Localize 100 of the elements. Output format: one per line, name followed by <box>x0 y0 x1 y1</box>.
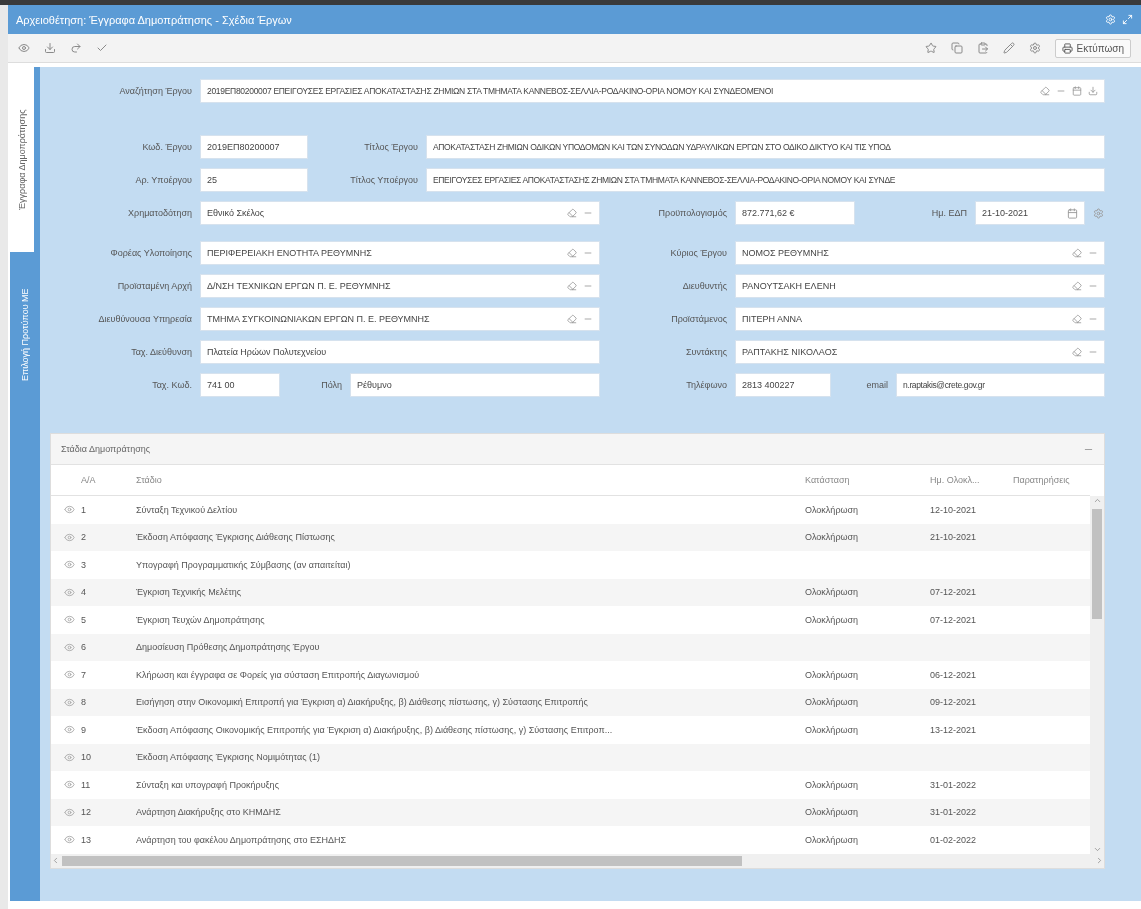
eye-icon[interactable] <box>64 806 75 818</box>
field-label: Ταχ. Διεύθυνση <box>130 347 193 357</box>
table-cell: 9 <box>81 724 86 735</box>
eye-icon[interactable] <box>64 779 75 791</box>
expand-icon[interactable] <box>1122 14 1133 25</box>
input-field[interactable]: ΠΙΤΕΡΗ ΑΝΝΑ <box>735 307 1105 331</box>
field-label: Διευθύνουσα Υπηρεσία <box>97 314 193 324</box>
eye-icon[interactable] <box>64 531 75 543</box>
eye-icon[interactable] <box>64 586 75 598</box>
paste-icon[interactable] <box>976 42 989 54</box>
settings-icon[interactable] <box>1093 207 1104 219</box>
download-icon[interactable] <box>44 42 56 54</box>
input-field[interactable]: 2813 400227 <box>735 373 831 397</box>
input-field[interactable]: ΡΑΝΟΥΤΣΑΚΗ ΕΛΕΝΗ <box>735 274 1105 298</box>
input-field[interactable]: 25 <box>200 168 308 192</box>
input-field[interactable]: Δ/ΝΣΗ ΤΕΧΝΙΚΩΝ ΕΡΓΩΝ Π. Ε. ΡΕΘΥΜΝΗΣ <box>200 274 600 298</box>
field-label: Διευθυντής <box>681 281 728 291</box>
column-header[interactable]: Κατάσταση <box>805 465 930 495</box>
input-field[interactable]: Πλατεία Ηρώων Πολυτεχνείου <box>200 340 600 364</box>
input-field[interactable]: 2019ΕΠ80200007 <box>200 135 308 159</box>
column-header[interactable]: Ημ. Ολοκλ... <box>930 465 1013 495</box>
eye-icon[interactable] <box>64 559 75 571</box>
table-row[interactable]: 8 Εισήγηση στην Οικονομική Επιτροπή για Έγκριση α) Διακήρυξης, β) Διάθεσης πίστωσης, γ) Σύστασης Επιτροπής Ολοκλήρωση 09-12-2021 <box>51 688 1090 716</box>
table-cell: Έγκριση Τεχνικής Μελέτης <box>136 587 242 598</box>
table-cell: Σύνταξη και υπογραφή Προκήρυξης <box>136 779 279 790</box>
field-label: Προϋπολογισμός <box>657 208 728 218</box>
check-icon[interactable] <box>96 42 108 54</box>
eraser-icon[interactable] <box>567 208 577 218</box>
copy-icon[interactable] <box>950 42 963 54</box>
table-cell: 31-01-2022 <box>930 779 977 790</box>
window-title: Αρχειοθέτηση: Έγγραφα Δημοπράτησης - Σχέδια Έργων <box>16 13 292 26</box>
table-row[interactable]: 12 Ανάρτηση Διακήρυξης στο ΚΗΜΔΗΣ Ολοκλήρωση 31-01-2022 <box>51 798 1090 826</box>
table-row[interactable]: 4 Έγκριση Τεχνικής Μελέτης Ολοκλήρωση 07-12-2021 <box>51 578 1090 606</box>
input-field[interactable]: n.raptakis@crete.gov.gr <box>896 373 1105 397</box>
input-field[interactable]: Εθνικό Σκέλος <box>200 201 600 225</box>
eye-icon[interactable] <box>64 696 75 708</box>
table-cell: Ολοκλήρωση <box>805 834 859 845</box>
printer-icon <box>1061 42 1073 54</box>
calendar-icon[interactable] <box>1067 207 1078 219</box>
eye-icon[interactable] <box>64 834 75 846</box>
scroll-left-icon[interactable] <box>51 856 60 865</box>
scroll-right-icon[interactable] <box>1095 856 1104 865</box>
eraser-icon[interactable] <box>567 314 577 324</box>
column-header[interactable]: Παρατηρήσεις <box>1013 465 1090 495</box>
eye-icon[interactable] <box>64 504 75 516</box>
scroll-up-icon[interactable] <box>1092 496 1102 505</box>
table-cell: 31-01-2022 <box>930 807 977 818</box>
redo-icon[interactable] <box>70 42 82 54</box>
input-field[interactable]: ΠΕΡΙΦΕΡΕΙΑΚΗ ΕΝΟΤΗΤΑ ΡΕΘΥΜΝΗΣ <box>200 241 600 265</box>
table-cell: 13 <box>81 834 91 845</box>
input-field[interactable]: 872.771,62 € <box>735 201 855 225</box>
field-label: Χρηματοδότηση <box>127 208 193 218</box>
eraser-icon[interactable] <box>1072 314 1082 324</box>
search-field[interactable]: 2019ΕΠ80200007 ΕΠΕΙΓΟΥΣΕΣ ΕΡΓΑΣΙΕΣ ΑΠΟΚΑΤΑΣΤΑΣΗΣ ΖΗΜΙΩΝ ΣΤΑ ΤΜΗΜΑΤΑ ΚΑΝΝΕΒΟΣ-ΣΕΛΛΙΑ-ΡΟΔΑΚΙΝΟ-ΟΡΙΑ ΝΟΜΟΥ ΚΑΙ ΣΥΝΔΕΟΜΕΝΟΙ <box>200 79 1105 103</box>
eraser-icon[interactable] <box>1072 281 1082 291</box>
table-cell: 8 <box>81 697 86 708</box>
table-cell: 06-12-2021 <box>930 669 977 680</box>
input-field[interactable]: ΤΜΗΜΑ ΣΥΓΚΟΙΝΩΝΙΑΚΩΝ ΕΡΓΩΝ Π. Ε. ΡΕΘΥΜΝΗΣ <box>200 307 600 331</box>
eye-icon[interactable] <box>64 614 75 626</box>
print-button[interactable]: Εκτύπωση <box>1054 38 1131 58</box>
eye-icon[interactable] <box>64 751 75 763</box>
eye-icon[interactable] <box>64 669 75 681</box>
table-cell: Δημοσίευση Πρόθεσης Δημοπράτησης Έργου <box>136 642 320 653</box>
eraser-icon[interactable] <box>1040 86 1050 96</box>
table-row[interactable]: 2 Έκδοση Απόφασης Έγκρισης Διάθεσης Πίστωσης Ολοκλήρωση 21-10-2021 <box>51 523 1090 551</box>
pencil-icon[interactable] <box>1002 42 1015 54</box>
input-field[interactable]: 741 00 <box>200 373 280 397</box>
eye-icon[interactable] <box>64 724 75 736</box>
table-cell: Κλήρωση και έγγραφα σε Φορείς για σύσταση Επιτροπής Διαγωνισμού <box>136 669 420 680</box>
input-field[interactable]: 21-10-2021 <box>975 201 1085 225</box>
download-icon[interactable] <box>1088 86 1098 96</box>
table-cell: 6 <box>81 642 86 653</box>
field-label: Αρ. Υποέργου <box>134 175 193 185</box>
input-field[interactable]: ΝΟΜΟΣ ΡΕΘΥΜΝΗΣ <box>735 241 1105 265</box>
input-field[interactable]: ΕΠΕΙΓΟΥΣΕΣ ΕΡΓΑΣΙΕΣ ΑΠΟΚΑΤΑΣΤΑΣΗΣ ΖΗΜΙΩΝ ΣΤΑ ΤΜΗΜΑΤΑ ΚΑΝΝΕΒΟΣ-ΣΕΛΛΙΑ-ΡΟΔΑΚΙΝΟ-ΟΡΙΑ ΝΟΜΟΥ ΚΑΙ ΣΥΝΔΕ <box>426 168 1105 192</box>
input-field[interactable]: ΡΑΠΤΑΚΗΣ ΝΙΚΟΛΑΟΣ <box>735 340 1105 364</box>
table-cell: 01-02-2022 <box>930 834 977 845</box>
eraser-icon[interactable] <box>1072 248 1082 258</box>
eraser-icon[interactable] <box>567 248 577 258</box>
eye-icon[interactable] <box>18 42 30 54</box>
column-header[interactable]: Α/Α <box>81 465 136 495</box>
column-header[interactable]: Στάδιο <box>136 465 805 495</box>
table-row[interactable]: 6 Δημοσίευση Πρόθεσης Δημοπράτησης Έργου <box>51 633 1090 661</box>
table-row[interactable]: 10 Έκδοση Απόφασης Έγκρισης Νομιμότητας (1) <box>51 743 1090 771</box>
field-label: Προϊστάμενος <box>670 314 728 324</box>
field-label: Τηλέφωνο <box>685 380 728 390</box>
eraser-icon[interactable] <box>567 281 577 291</box>
input-field[interactable]: Ρέθυμνο <box>350 373 600 397</box>
eye-icon[interactable] <box>64 641 75 653</box>
eraser-icon[interactable] <box>1072 347 1082 357</box>
scrollbar-thumb[interactable] <box>62 855 742 866</box>
table-cell: Ολοκλήρωση <box>805 779 859 790</box>
table-cell: Ολοκλήρωση <box>805 587 859 598</box>
scrollbar-thumb[interactable] <box>1092 509 1102 619</box>
vertical-scrollbar[interactable] <box>1090 496 1104 854</box>
settings-icon[interactable] <box>1028 42 1041 54</box>
table-cell: 11 <box>81 779 91 790</box>
input-field[interactable]: ΑΠΟΚΑΤΑΣΤΑΣΗ ΖΗΜΙΩΝ ΟΔΙΚΩΝ ΥΠΟΔΟΜΩΝ ΚΑΙ ΤΩΝ ΣΥΝΟΔΩΝ ΥΔΡΑΥΛΙΚΩΝ ΕΡΓΩΝ ΣΤΟ ΟΔΙΚΟ ΔΙΚΤΥΟ ΚΑΙ ΤΙΣ ΥΠΟΔ <box>426 135 1105 159</box>
table-cell: 07-12-2021 <box>930 587 977 598</box>
star-icon[interactable] <box>924 42 937 54</box>
